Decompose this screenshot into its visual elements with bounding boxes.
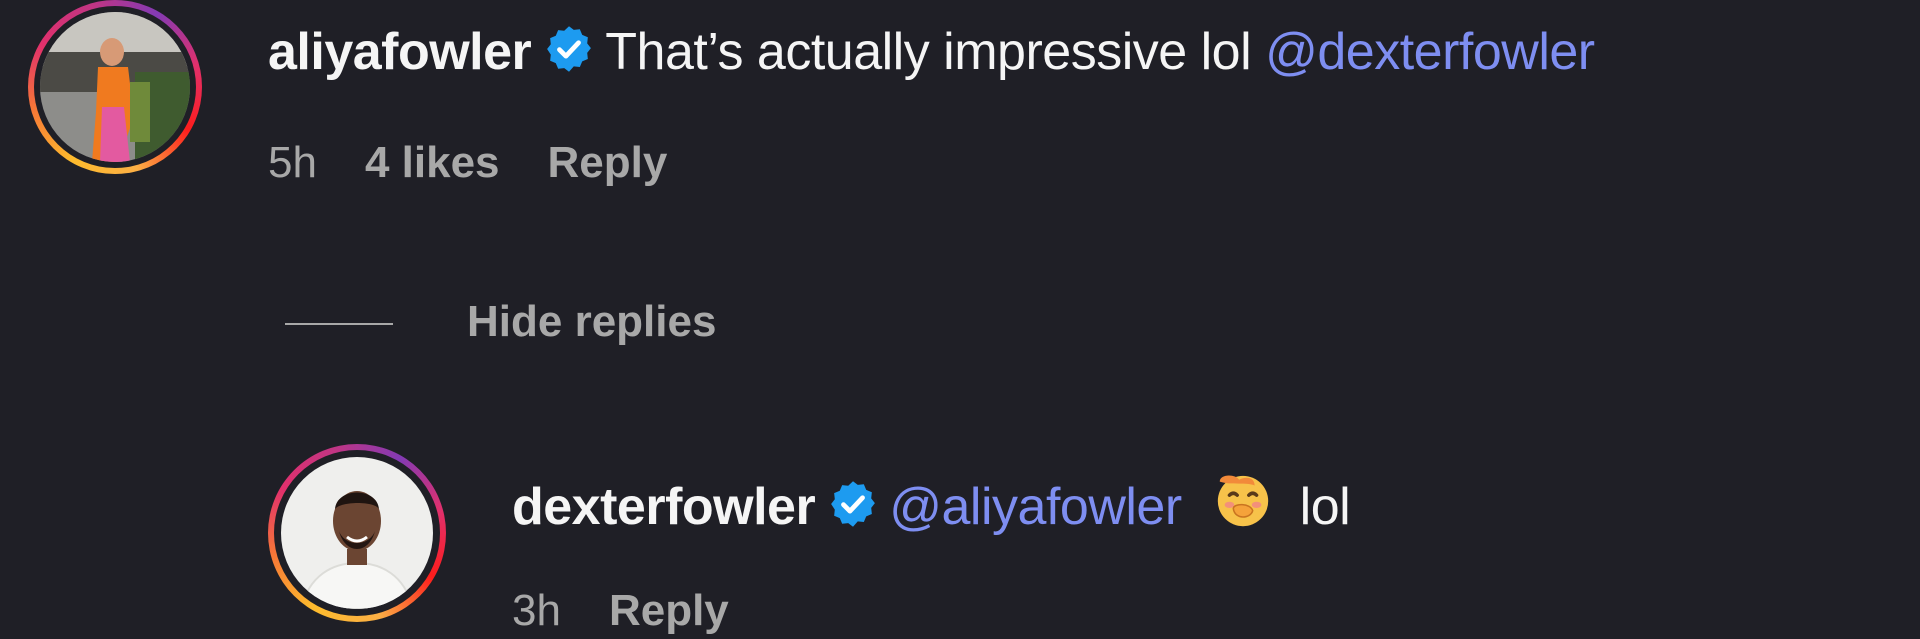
avatar[interactable] — [281, 457, 433, 609]
reply-time[interactable]: 3h — [512, 586, 561, 635]
comment-line: aliyafowler That’s actually impressive lo… — [268, 22, 1595, 88]
verified-badge-icon — [827, 478, 879, 543]
comment: aliyafowler That’s actually impressive lo… — [0, 0, 1920, 200]
reply-comment: dexterfowler @aliyafowler lol 3h Reply — [0, 440, 1920, 639]
avatar-photo — [40, 12, 190, 162]
hide-replies-label[interactable]: Hide replies — [467, 297, 716, 347]
comment-meta: 5h 4 likes Reply — [268, 138, 715, 188]
reply-button[interactable]: Reply — [548, 138, 668, 187]
story-ring[interactable] — [268, 444, 446, 622]
username[interactable]: dexterfowler — [512, 478, 816, 536]
reply-line: dexterfowler @aliyafowler lol — [512, 470, 1351, 545]
verified-badge-icon — [543, 23, 595, 88]
reply-button[interactable]: Reply — [609, 586, 729, 635]
mention-link[interactable]: @aliyafowler — [889, 478, 1182, 536]
comment-time[interactable]: 5h — [268, 138, 317, 187]
username[interactable]: aliyafowler — [268, 23, 532, 81]
likes-count[interactable]: 4 likes — [365, 138, 500, 187]
smiling-face-with-hand-over-mouth-icon — [1212, 470, 1274, 545]
mention-link[interactable]: @dexterfowler — [1265, 23, 1595, 81]
avatar[interactable] — [40, 12, 190, 162]
divider-line — [285, 323, 393, 325]
story-ring[interactable] — [28, 0, 202, 174]
comment-text: That’s actually impressive lol — [605, 23, 1252, 81]
reply-meta: 3h Reply — [512, 586, 777, 636]
avatar-photo — [281, 457, 433, 609]
reply-text: lol — [1299, 478, 1351, 536]
